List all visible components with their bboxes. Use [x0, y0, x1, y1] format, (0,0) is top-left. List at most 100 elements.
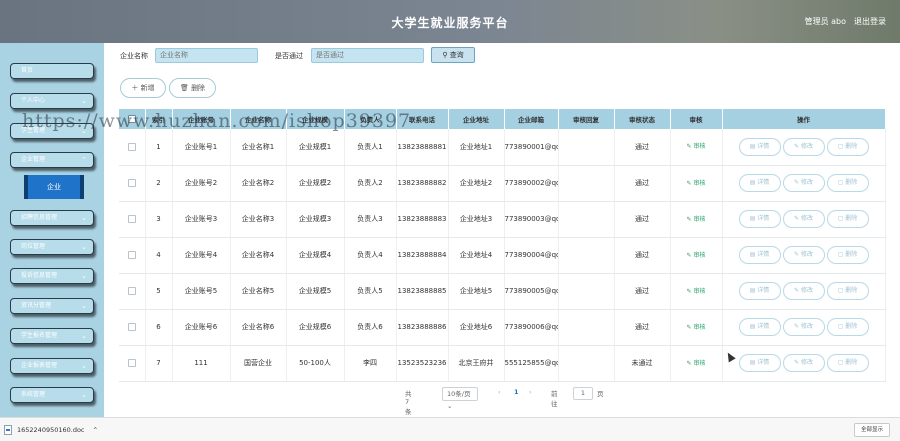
- table-row: 2 企业账号2 企业名称2 企业规模2 负责人2 13823888882 企业地址2 7738…: [119, 165, 886, 202]
- page-title: 大学生就业服务平台: [391, 16, 509, 30]
- sidebar-item-news[interactable]: 资讯分管理 ⌄: [10, 298, 94, 314]
- detail-button[interactable]: ▤ 详情: [738, 318, 781, 336]
- detail-icon: ▤: [749, 323, 756, 330]
- audit-link[interactable]: ✎ 审核: [687, 252, 706, 259]
- page-size-value: 10条/页: [447, 390, 471, 398]
- table-body: 1 企业账号1 企业名称1 企业规模1 负责人1 13823888881 企业地址1 7738…: [119, 129, 886, 382]
- goto-page-input[interactable]: 1: [573, 387, 593, 400]
- row-select-cell[interactable]: [119, 309, 146, 346]
- delete-button[interactable]: ▢ 删除: [826, 210, 869, 228]
- cell-reply: [558, 237, 615, 274]
- sidebar-item-label: 企业管理: [21, 156, 46, 163]
- sidebar-item-label: 学生管理: [21, 127, 46, 134]
- add-button[interactable]: ＋ 新增: [120, 78, 166, 98]
- edit-button[interactable]: ✎ 修改: [782, 354, 825, 372]
- delete-button[interactable]: ▢ 删除: [826, 318, 869, 336]
- row-select-cell[interactable]: [119, 237, 146, 274]
- cell-idx: 7: [145, 345, 173, 382]
- delete-button[interactable]: ▢ 删除: [826, 137, 869, 156]
- cell-phone: 13523523236: [396, 345, 449, 382]
- chevron-down-icon: ⌄: [81, 243, 87, 251]
- edit-button-label: 修改: [800, 142, 813, 150]
- sidebar-item-complaints[interactable]: 投诉信息管理 ⌄: [10, 268, 94, 284]
- sidebar-item-recruit[interactable]: 招聘信息管理 ⌄: [10, 210, 94, 226]
- edit-icon: ✎: [794, 251, 800, 258]
- edit-button[interactable]: ✎ 修改: [782, 246, 825, 264]
- batch-delete-button[interactable]: 🗑 删除: [169, 78, 216, 98]
- edit-button[interactable]: ✎ 修改: [782, 282, 825, 300]
- next-page-button[interactable]: ›: [529, 388, 532, 396]
- delete-button[interactable]: ▢ 删除: [826, 246, 869, 264]
- detail-button[interactable]: ▤ 详情: [738, 282, 781, 300]
- cell-phone: 13823888884: [396, 237, 449, 274]
- edit-button-label: 修改: [800, 179, 813, 186]
- page-size-select[interactable]: 10条/页 ⌄: [442, 387, 478, 410]
- audit-link[interactable]: ✎ 审核: [687, 324, 706, 331]
- row-select-cell[interactable]: [119, 201, 146, 238]
- audit-link[interactable]: ✎ 审核: [687, 360, 706, 367]
- delete-button[interactable]: ▢ 删除: [826, 282, 869, 300]
- cell-manager: 负责人6: [344, 309, 397, 346]
- sidebar-item-profile[interactable]: 个人中心 ⌄: [10, 93, 94, 109]
- company-name-label: 企业名称: [120, 52, 148, 60]
- detail-button[interactable]: ▤ 详情: [738, 174, 781, 192]
- detail-button[interactable]: ▤ 详情: [738, 246, 781, 264]
- detail-button[interactable]: ▤ 详情: [738, 137, 781, 156]
- row-checkbox[interactable]: [127, 215, 136, 223]
- sidebar-item-home[interactable]: 首页: [10, 63, 94, 79]
- logout-link[interactable]: 退出登录: [854, 16, 886, 27]
- total-count: 共 7 条: [405, 390, 412, 416]
- audit-link[interactable]: ✎ 审核: [687, 180, 706, 187]
- edit-button[interactable]: ✎ 修改: [782, 137, 825, 156]
- detail-button[interactable]: ▤ 详情: [738, 354, 781, 372]
- operations-cell: ▤ 详情 ✎ 修改 ▢ 删除: [722, 345, 886, 382]
- cell-phone: 13823888885: [396, 273, 449, 310]
- row-select-cell[interactable]: [119, 345, 146, 382]
- audit-link[interactable]: ✎ 审核: [687, 288, 706, 295]
- row-checkbox[interactable]: [127, 142, 136, 151]
- sidebar-item-system[interactable]: 系统管理 ⌄: [10, 387, 94, 403]
- sidebar-item-reports[interactable]: 企业报表管理 ⌄: [10, 358, 94, 374]
- row-checkbox[interactable]: [127, 287, 136, 295]
- passed-input[interactable]: [311, 48, 424, 63]
- audit-link[interactable]: ✎ 审核: [687, 216, 706, 223]
- cell-phone: 13823888883: [396, 201, 449, 238]
- row-select-cell[interactable]: [119, 129, 146, 166]
- sidebar-item-applications[interactable]: 学生报名管理 ⌄: [10, 328, 94, 344]
- sidebar-item-label: 资讯分管理: [21, 302, 52, 309]
- current-page[interactable]: 1: [514, 388, 519, 396]
- select-all-checkbox[interactable]: [127, 115, 136, 123]
- row-checkbox[interactable]: [127, 251, 136, 259]
- sidebar-item-students[interactable]: 学生管理 ⌄: [10, 123, 94, 139]
- row-checkbox[interactable]: [127, 359, 136, 367]
- download-item[interactable]: 1652240950160.doc ⌃: [4, 423, 154, 437]
- sidebar-item-companies[interactable]: 企业管理 ⌃: [10, 152, 94, 168]
- sidebar-item-label: 投诉信息管理: [21, 272, 58, 279]
- query-button[interactable]: ⚲ 查询: [431, 47, 475, 63]
- cell-email: 773890002@qq.com: [504, 165, 559, 202]
- cell-address: 企业地址1: [448, 129, 505, 166]
- edit-button[interactable]: ✎ 修改: [782, 174, 825, 192]
- row-select-cell[interactable]: [119, 165, 146, 202]
- sidebar-item-label: 个人中心: [21, 97, 46, 104]
- detail-button[interactable]: ▤ 详情: [738, 210, 781, 228]
- trash-icon: ▢: [837, 215, 844, 222]
- cell-address: 企业地址5: [448, 273, 505, 310]
- sidebar-item-positions[interactable]: 岗位管理 ⌄: [10, 239, 94, 255]
- prev-page-button[interactable]: ‹: [498, 388, 501, 396]
- row-checkbox[interactable]: [127, 323, 136, 331]
- cell-scale: 企业规模6: [286, 309, 345, 346]
- company-name-input[interactable]: [155, 48, 258, 63]
- edit-button[interactable]: ✎ 修改: [782, 210, 825, 228]
- audit-link[interactable]: ✎ 审核: [687, 143, 706, 150]
- cell-account: 企业账号1: [172, 129, 231, 166]
- delete-button[interactable]: ▢ 删除: [826, 354, 869, 372]
- row-select-cell[interactable]: [119, 273, 146, 310]
- show-all-button[interactable]: 全部显示: [854, 423, 890, 437]
- sidebar-subitem-company[interactable]: 企业: [24, 175, 84, 199]
- select-all-cell[interactable]: [119, 109, 146, 129]
- column-header: 审核: [670, 109, 723, 129]
- row-checkbox[interactable]: [127, 179, 136, 187]
- edit-button[interactable]: ✎ 修改: [782, 318, 825, 336]
- delete-button[interactable]: ▢ 删除: [826, 174, 869, 192]
